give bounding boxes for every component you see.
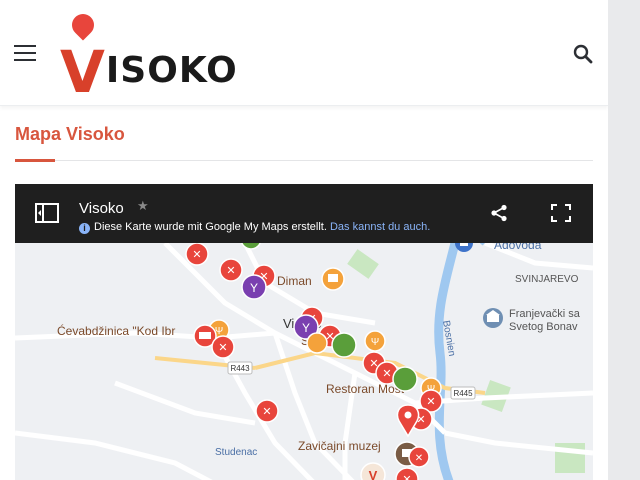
site-logo[interactable]: VISOKO (50, 9, 237, 106)
bar-pin[interactable]: Y (241, 274, 267, 300)
place-label-svinjarevo: SVINJAREVO (515, 274, 579, 285)
map-title: Visoko (79, 200, 124, 217)
svg-text:Y: Y (302, 321, 310, 335)
restaurant-pin[interactable]: ✕ (185, 243, 209, 266)
star-icon[interactable]: ★ (137, 198, 149, 214)
logo-letter-v: V (60, 38, 106, 106)
cafe-pin[interactable] (321, 267, 345, 291)
site-header: VISOKO (0, 0, 608, 106)
svg-text:✕: ✕ (262, 406, 271, 418)
road-label-r445: R445 (453, 389, 473, 398)
map-subtitle-link[interactable]: Das kannst du auch. (330, 221, 430, 233)
title-divider (15, 160, 593, 161)
green-pin[interactable] (392, 366, 418, 392)
place-label-restoran-most: Restoran Most (326, 382, 405, 396)
place-label-diman: Diman (277, 274, 312, 288)
page-title: Mapa Visoko (15, 124, 125, 144)
page: VISOKO Mapa Visoko Visoko ★ i Diese Karte… (0, 0, 608, 480)
place-label-cevabdzinica: Ćevabdžinica "Kod Ibr (57, 323, 175, 338)
map-subtitle-text: Diese Karte wurde mit Google My Maps ers… (94, 221, 327, 233)
road-label-r443: R443 (230, 364, 250, 373)
hamburger-menu-icon[interactable] (14, 44, 36, 62)
svg-text:V: V (369, 468, 378, 480)
fullscreen-icon[interactable] (551, 204, 571, 227)
title-accent-bar (15, 159, 55, 162)
restaurant-pin[interactable]: ✕ (219, 258, 243, 282)
food-pin[interactable]: Ψ (364, 330, 386, 352)
restaurant-pin[interactable]: ✕ (408, 446, 430, 468)
map-subtitle: i Diese Karte wurde mit Google My Maps er… (79, 221, 430, 234)
page-gutter (608, 0, 640, 480)
svg-text:✕: ✕ (382, 368, 391, 380)
logo-text: ISOKO (105, 50, 238, 91)
restaurant-pin[interactable]: ✕ (255, 399, 279, 423)
green-pin[interactable] (331, 332, 357, 358)
share-icon[interactable] (490, 204, 508, 227)
svg-text:✕: ✕ (402, 474, 411, 480)
logo-marker-icon[interactable]: V (360, 462, 386, 480)
svg-text:✕: ✕ (415, 453, 423, 464)
museum-icon[interactable] (483, 308, 503, 328)
svg-text:✕: ✕ (192, 249, 201, 261)
map-canvas[interactable]: R443 R445 Adovoda SVINJAREVO Diman Ćevab… (15, 243, 593, 480)
info-icon: i (79, 223, 90, 234)
svg-text:Ψ: Ψ (371, 337, 379, 348)
side-panel-icon[interactable] (35, 203, 59, 228)
place-label-adovoda: Adovoda (494, 243, 542, 252)
place-label-studenac: Studenac (215, 447, 257, 458)
place-label-franjevacki-2: Svetog Bonav (509, 321, 578, 333)
svg-text:✕: ✕ (218, 342, 227, 354)
restaurant-pin[interactable]: ✕ (211, 335, 235, 359)
embedded-map[interactable]: Visoko ★ i Diese Karte wurde mit Google M… (15, 184, 593, 480)
orange-pin[interactable] (306, 332, 328, 354)
place-label-franjevacki: Franjevački sa (509, 308, 581, 320)
svg-text:✕: ✕ (226, 265, 235, 277)
svg-text:Y: Y (250, 281, 258, 295)
map-header-bar: Visoko ★ i Diese Karte wurde mit Google M… (15, 184, 593, 243)
svg-text:✕: ✕ (426, 396, 435, 408)
search-icon[interactable] (573, 44, 593, 64)
place-label-zavicajni-muzej: Zavičajni muzej (298, 439, 381, 453)
